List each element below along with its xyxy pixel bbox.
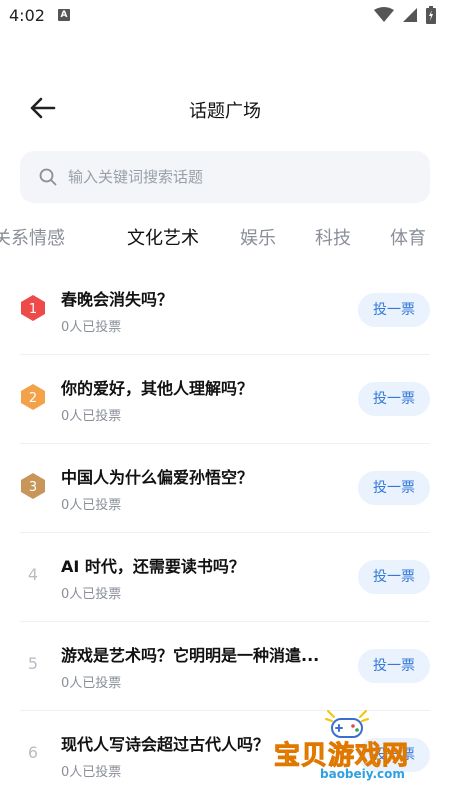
rank-number: 3 <box>29 480 37 495</box>
topic-title: 你的爱好，其他人理解吗？ <box>61 379 254 398</box>
search-icon <box>39 168 57 186</box>
topic-row[interactable]: 2 你的爱好，其他人理解吗？ 0人已投票 投一票 <box>20 355 430 444</box>
vote-count: 0人已投票 <box>61 765 122 780</box>
page-title: 话题广场 <box>189 101 261 122</box>
rank-number: 4 <box>27 565 39 584</box>
search-input[interactable] <box>66 167 410 187</box>
topic-title: 中国人为什么偏爱孙悟空？ <box>61 468 254 487</box>
vote-count: 0人已投票 <box>61 498 122 513</box>
vote-count: 0人已投票 <box>61 409 122 424</box>
rank-badge-icon: 3 <box>21 473 45 499</box>
vote-button[interactable]: 投一票 <box>358 649 430 683</box>
tab-technology[interactable]: 科技 <box>315 224 351 250</box>
vote-count: 0人已投票 <box>61 587 122 602</box>
category-tabs: 关系情感 文化艺术 娱乐 科技 体育 <box>0 218 450 258</box>
battery-icon <box>426 6 436 24</box>
vote-button[interactable]: 投一票 <box>358 382 430 416</box>
topic-row[interactable]: 4 AI 时代，还需要读书吗？ 0人已投票 投一票 <box>20 533 430 622</box>
tab-culture-art[interactable]: 文化艺术 <box>127 224 199 250</box>
header: 话题广场 <box>0 86 450 130</box>
vote-button[interactable]: 投一票 <box>358 471 430 505</box>
tab-entertainment[interactable]: 娱乐 <box>240 224 276 250</box>
status-bar: 4:02 A <box>0 0 450 32</box>
wifi-icon <box>374 7 394 22</box>
vote-button[interactable]: 投一票 <box>358 560 430 594</box>
watermark: 宝贝游戏网 baobeiy.com <box>273 705 444 795</box>
rank-number: 5 <box>27 654 39 673</box>
status-icons <box>374 6 436 24</box>
vote-count: 0人已投票 <box>61 320 122 335</box>
rank-number: 6 <box>27 743 39 762</box>
topic-title: 现代人写诗会超过古代人吗？ <box>61 735 270 754</box>
topic-title: 游戏是艺术吗？它明明是一种消遣... <box>61 646 320 665</box>
search-bar[interactable] <box>20 151 430 203</box>
vote-count: 0人已投票 <box>61 676 122 691</box>
watermark-url: baobeiy.com <box>320 767 405 781</box>
topic-row[interactable]: 3 中国人为什么偏爱孙悟空？ 0人已投票 投一票 <box>20 444 430 533</box>
topic-title: 春晚会消失吗？ <box>61 290 174 309</box>
rank-badge-icon: 2 <box>21 384 45 410</box>
topic-title: AI 时代，还需要读书吗？ <box>61 557 245 576</box>
rank-number: 1 <box>29 302 37 317</box>
topic-row[interactable]: 1 春晚会消失吗？ 0人已投票 投一票 <box>20 266 430 355</box>
status-time: 4:02 <box>9 6 45 25</box>
rank-number: 2 <box>29 391 37 406</box>
notification-icon: A <box>58 9 70 21</box>
tab-relationships[interactable]: 关系情感 <box>0 224 65 250</box>
vote-button[interactable]: 投一票 <box>358 293 430 327</box>
tab-sports[interactable]: 体育 <box>390 224 426 250</box>
topic-row[interactable]: 5 游戏是艺术吗？它明明是一种消遣... 0人已投票 投一票 <box>20 622 430 711</box>
rank-badge-icon: 1 <box>21 295 45 321</box>
signal-icon <box>403 8 417 22</box>
